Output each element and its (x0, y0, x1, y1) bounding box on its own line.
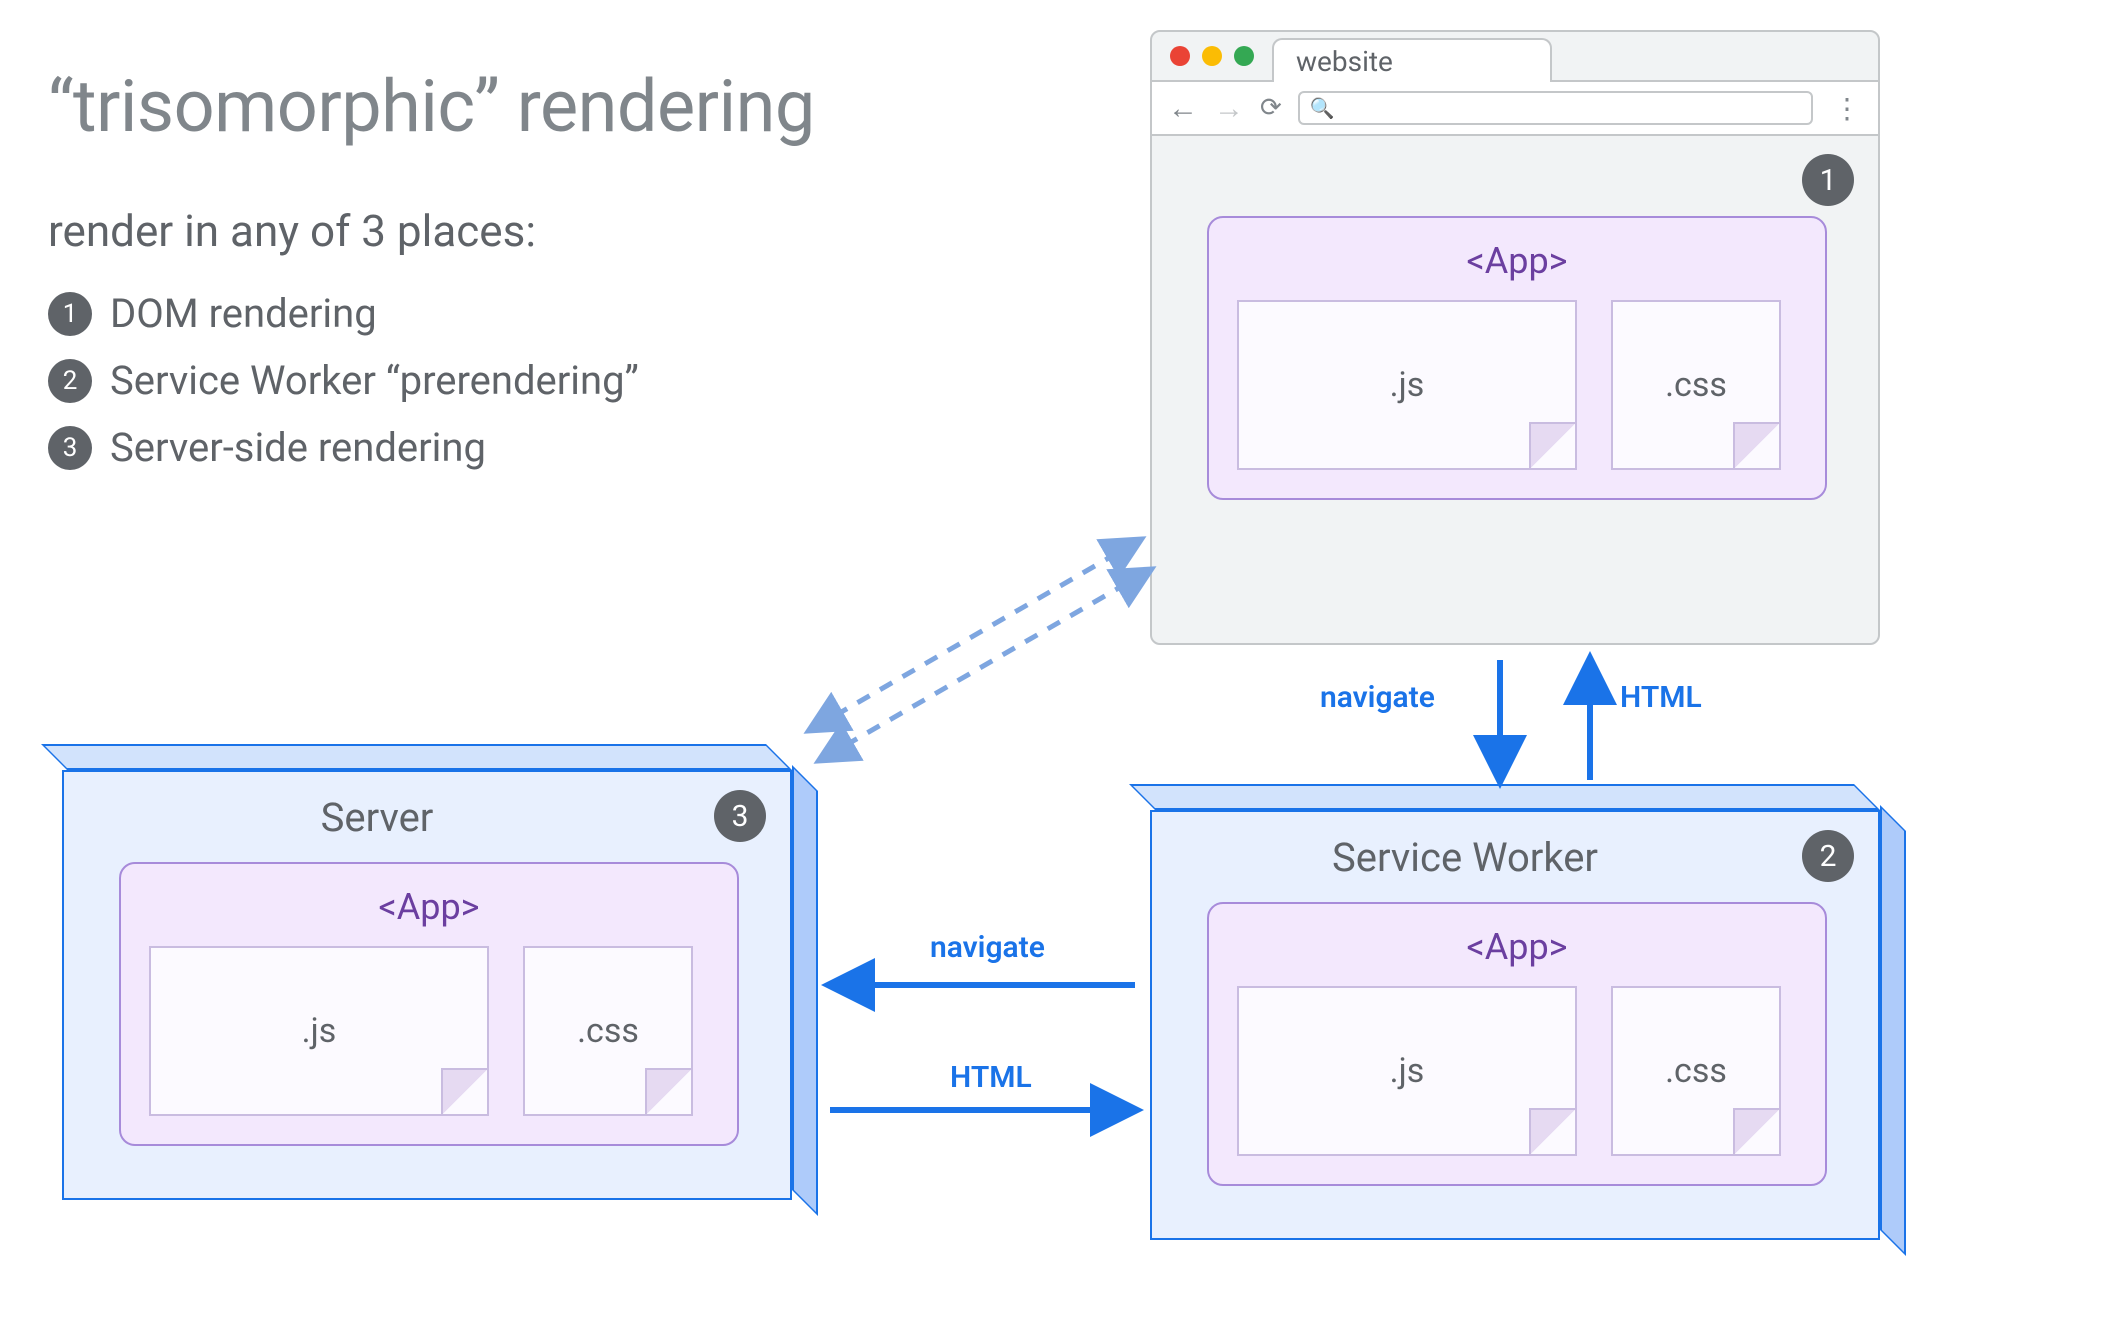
forward-icon: → (1214, 91, 1244, 126)
list-item: 3 Server-side rendering (48, 424, 639, 471)
url-bar: 🔍 (1298, 91, 1813, 125)
file-js: .js (1237, 300, 1577, 470)
list-item: 2 Service Worker “prerendering” (48, 357, 639, 404)
list-item: 1 DOM rendering (48, 290, 639, 337)
browser-toolbar: ← → ⟳ 🔍 ⋮ (1152, 80, 1878, 136)
list-badge-1: 1 (48, 292, 92, 336)
app-card-server: <App> .js .css (119, 862, 739, 1146)
file-js-label: .js (1390, 365, 1425, 405)
file-js: .js (149, 946, 489, 1116)
page-fold-icon (1529, 422, 1575, 468)
arrow-browser-server-dashed-2 (820, 570, 1150, 760)
browser-window: website ← → ⟳ 🔍 ⋮ 1 <App> .js .cs (1150, 30, 1880, 645)
file-css: .css (523, 946, 693, 1116)
window-controls (1170, 46, 1254, 66)
server-title: Server (64, 794, 690, 841)
file-js-label: .js (302, 1011, 337, 1051)
page-fold-icon (645, 1068, 691, 1114)
diagram-subtitle: render in any of 3 places: (48, 205, 536, 257)
browser-viewport: 1 <App> .js .css (1152, 136, 1878, 643)
page-fold-icon (1733, 1108, 1779, 1154)
server-panel: Server 3 <App> .js .css (62, 770, 792, 1200)
list-badge-3: 3 (48, 426, 92, 470)
arrow-label-html-right: HTML (950, 1060, 1032, 1095)
arrow-browser-server-dashed-1 (810, 540, 1140, 730)
back-icon: ← (1168, 91, 1198, 126)
browser-tabbar: website (1152, 32, 1878, 80)
search-icon: 🔍 (1310, 96, 1335, 120)
arrow-label-navigate-left: navigate (930, 930, 1045, 965)
app-label: <App> (1237, 240, 1797, 282)
browser-badge: 1 (1802, 154, 1854, 206)
browser-tab: website (1272, 38, 1552, 82)
file-css: .css (1611, 300, 1781, 470)
list-label: Service Worker “prerendering” (110, 357, 639, 404)
page-fold-icon (441, 1068, 487, 1114)
page-fold-icon (1529, 1108, 1575, 1154)
file-js: .js (1237, 986, 1577, 1156)
menu-icon: ⋮ (1829, 92, 1862, 125)
list-badge-2: 2 (48, 359, 92, 403)
service-worker-title: Service Worker (1152, 834, 1778, 881)
file-css-label: .css (1665, 365, 1727, 405)
maximize-icon (1234, 46, 1254, 66)
app-label: <App> (1237, 926, 1797, 968)
list-label: DOM rendering (110, 290, 377, 337)
diagram-title: “trisomorphic” rendering (48, 64, 815, 149)
reload-icon: ⟳ (1260, 93, 1282, 123)
app-card-browser: <App> .js .css (1207, 216, 1827, 500)
app-card-service-worker: <App> .js .css (1207, 902, 1827, 1186)
arrow-label-navigate-down: navigate (1320, 680, 1435, 715)
arrow-label-html-up: HTML (1620, 680, 1702, 715)
file-js-label: .js (1390, 1051, 1425, 1091)
app-label: <App> (149, 886, 709, 928)
render-places-list: 1 DOM rendering 2 Service Worker “preren… (48, 290, 639, 491)
server-badge: 3 (714, 790, 766, 842)
close-icon (1170, 46, 1190, 66)
page-fold-icon (1733, 422, 1779, 468)
list-label: Server-side rendering (110, 424, 486, 471)
service-worker-panel: Service Worker 2 <App> .js .css (1150, 810, 1880, 1240)
file-css-label: .css (1665, 1051, 1727, 1091)
minimize-icon (1202, 46, 1222, 66)
file-css: .css (1611, 986, 1781, 1156)
file-css-label: .css (577, 1011, 639, 1051)
service-worker-badge: 2 (1802, 830, 1854, 882)
